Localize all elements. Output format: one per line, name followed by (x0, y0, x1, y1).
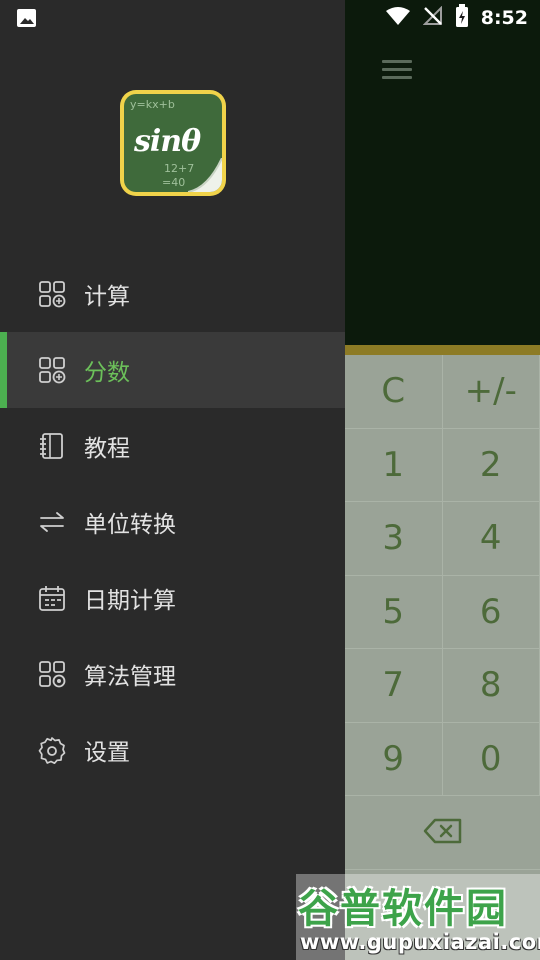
status-indicators: 8:52 (385, 4, 528, 32)
key-6[interactable]: 6 (442, 575, 540, 649)
menu-item-unit-conversion[interactable]: 单位转换 (0, 484, 345, 560)
image-notification-icon (16, 8, 37, 28)
logo-scribble-top: y=kx+b (130, 98, 175, 111)
key-4[interactable]: 4 (442, 502, 540, 576)
navigation-drawer: y=kx+b sinθ 12+7 =40 计算 分数 教程 单位转换 日期计算 … (0, 0, 345, 960)
wifi-icon (385, 6, 411, 30)
key-8[interactable]: 8 (442, 649, 540, 723)
page-curl-icon (188, 158, 222, 192)
keypad-row: 9 0 (345, 722, 540, 796)
menu-item-calculate[interactable]: 计算 (0, 256, 345, 332)
grid-plus-icon (39, 357, 66, 384)
menu-item-label: 教程 (84, 436, 130, 462)
keypad-row: 5 6 (345, 575, 540, 649)
watermark-url: www.gupuxiazai.com (300, 930, 540, 954)
menu-item-label: 设置 (84, 740, 130, 766)
key-3[interactable]: 3 (345, 502, 443, 576)
backspace-button[interactable] (345, 796, 540, 870)
notebook-icon (40, 433, 63, 459)
key-5[interactable]: 5 (345, 575, 443, 649)
menu-item-label: 单位转换 (84, 512, 176, 538)
keypad-row: C +/- (345, 355, 540, 429)
clock-time: 8:52 (480, 7, 528, 29)
key-2[interactable]: 2 (442, 428, 540, 502)
key-9[interactable]: 9 (345, 722, 443, 796)
menu-item-label: 日期计算 (84, 588, 176, 614)
grid-plus-icon (39, 281, 66, 308)
backspace-icon (423, 818, 463, 848)
key-0[interactable]: 0 (442, 722, 540, 796)
logo-text: sinθ (134, 124, 201, 159)
keypad: C +/- 1 2 3 4 5 6 7 8 9 0 (345, 355, 540, 870)
logo-scribble-bottom: =40 (162, 176, 186, 189)
drawer-menu: 计算 分数 教程 单位转换 日期计算 算法管理 设置 (0, 256, 345, 788)
menu-item-label: 算法管理 (84, 664, 176, 690)
status-bar: 8:52 (0, 0, 540, 36)
menu-item-label: 分数 (84, 360, 130, 386)
calendar-icon (39, 586, 65, 611)
key-sign[interactable]: +/- (442, 355, 540, 429)
menu-icon[interactable] (382, 60, 412, 86)
swap-icon (40, 512, 64, 532)
menu-item-fraction[interactable]: 分数 (0, 332, 345, 408)
gear-icon (38, 737, 66, 764)
watermark: 谷普软件园 www.gupuxiazai.com (296, 874, 540, 960)
key-1[interactable]: 1 (345, 428, 443, 502)
watermark-title: 谷普软件园 (298, 886, 508, 932)
keypad-row: 7 8 (345, 649, 540, 723)
battery-charging-icon (455, 4, 469, 32)
menu-item-date-calculation[interactable]: 日期计算 (0, 560, 345, 636)
menu-item-settings[interactable]: 设置 (0, 712, 345, 788)
keypad-row: 1 2 (345, 428, 540, 502)
grid-target-icon (39, 661, 66, 688)
no-signal-icon (422, 5, 443, 30)
key-7[interactable]: 7 (345, 649, 443, 723)
menu-item-label: 计算 (84, 284, 130, 310)
menu-item-algorithm-management[interactable]: 算法管理 (0, 636, 345, 712)
menu-item-tutorial[interactable]: 教程 (0, 408, 345, 484)
key-clear[interactable]: C (345, 355, 443, 429)
app-logo: y=kx+b sinθ 12+7 =40 (120, 90, 226, 196)
app-logo-board: y=kx+b sinθ 12+7 =40 (124, 94, 222, 192)
keypad-row: 3 4 (345, 502, 540, 576)
